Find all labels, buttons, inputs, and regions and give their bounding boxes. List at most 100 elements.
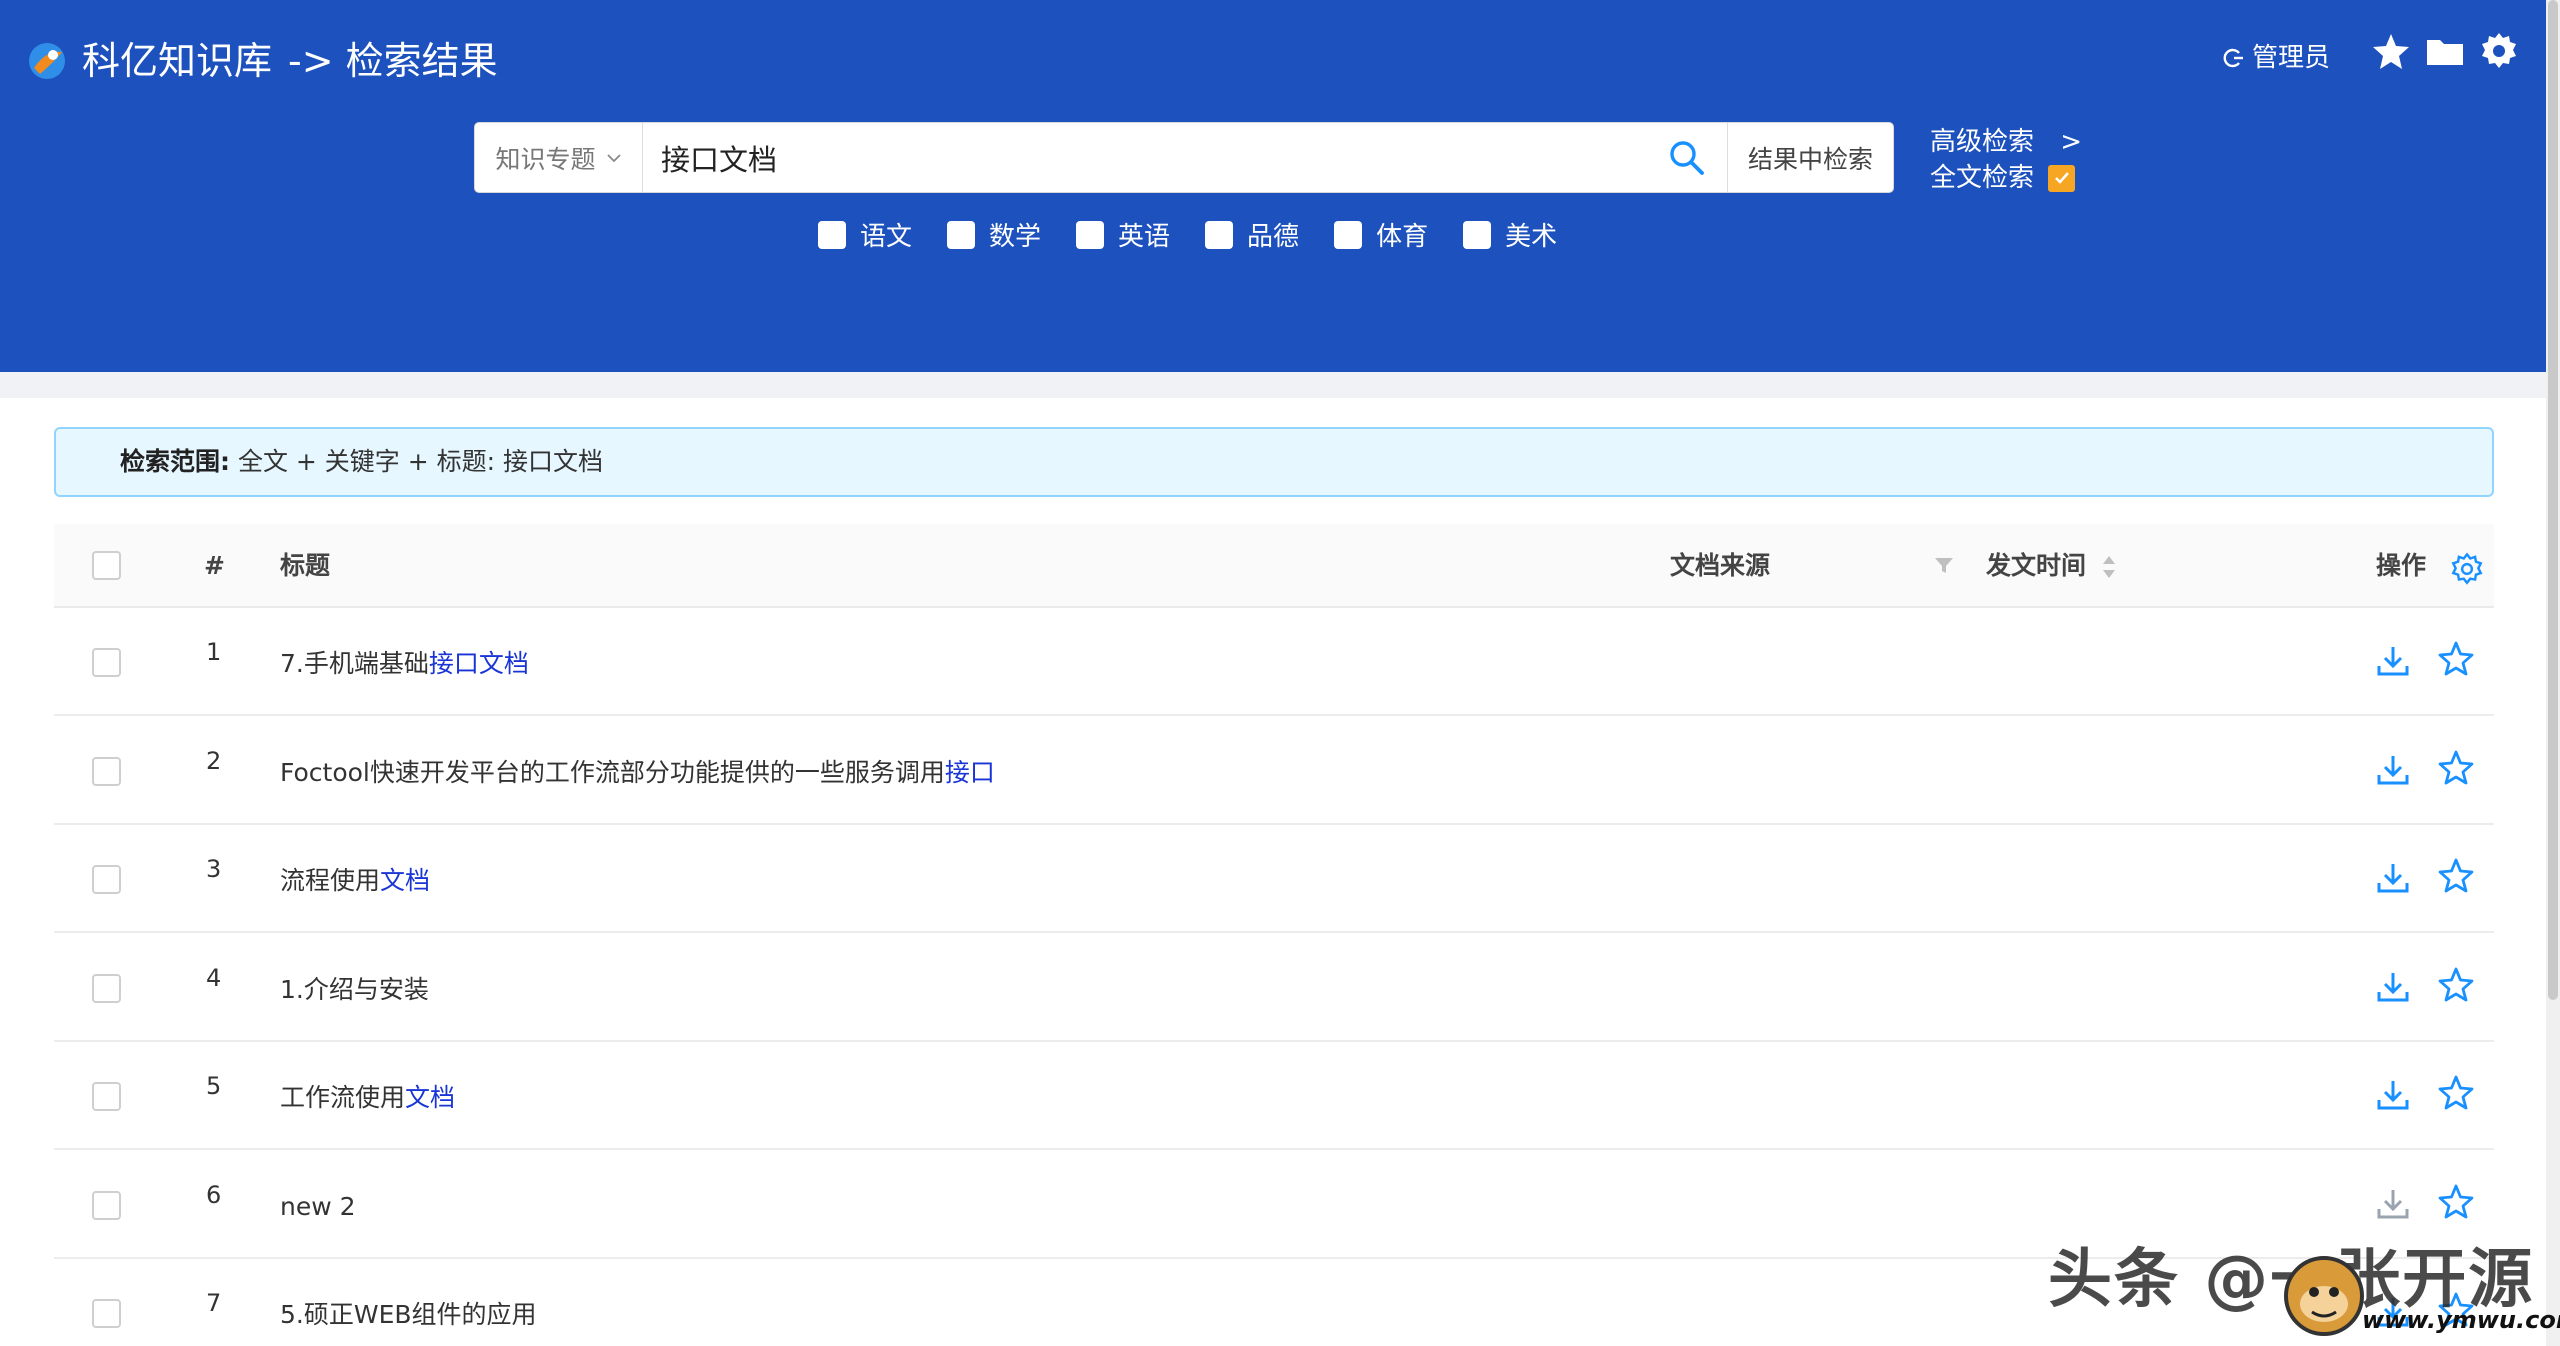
subject-checkbox[interactable]	[1205, 220, 1234, 249]
table-row[interactable]: 3 流程使用文档	[54, 825, 2494, 933]
row-index: 3	[206, 855, 222, 883]
table-row[interactable]: 4 1.介绍与安装	[54, 934, 2494, 1042]
fulltext-search-label: 全文检索	[1930, 163, 2035, 193]
row-title-text: 1.介绍与安装	[280, 974, 429, 1004]
download-icon[interactable]	[2374, 642, 2412, 680]
row-title-highlight: 接口	[944, 757, 995, 787]
subject-label: 体育	[1376, 222, 1429, 252]
row-checkbox[interactable]	[92, 1299, 121, 1328]
download-icon[interactable]	[2374, 859, 2412, 897]
subject-filter[interactable]: 美术	[1463, 216, 1557, 253]
logout-icon	[2223, 48, 2243, 68]
search-bar: 知识专题 结果中检索	[474, 122, 1894, 193]
row-title-link[interactable]: Foctool快速开发平台的工作流部分功能提供的一些服务调用接口	[280, 717, 995, 825]
row-index: 2	[206, 746, 222, 775]
row-title-highlight: 文档	[405, 1083, 456, 1112]
subject-filter[interactable]: 语文	[818, 216, 912, 253]
row-title-text: 流程使用	[280, 866, 381, 895]
column-date[interactable]: 发文时间	[1986, 524, 2086, 608]
subject-filters: 语文 数学 英语 品德 体育 美术	[818, 216, 1592, 253]
download-icon[interactable]	[2374, 968, 2412, 1006]
subject-label: 英语	[1118, 222, 1171, 252]
row-title-highlight: 文档	[380, 866, 431, 895]
category-select[interactable]: 知识专题	[475, 123, 643, 192]
favorite-star-icon[interactable]	[2437, 1074, 2475, 1112]
sort-icon[interactable]	[2101, 554, 2117, 580]
watermark-site: www.ymwu.com	[2362, 1306, 2560, 1334]
favorite-star-icon[interactable]	[2437, 857, 2475, 895]
subject-filter[interactable]: 体育	[1334, 216, 1428, 253]
subject-label: 数学	[989, 222, 1042, 252]
favorite-star-icon[interactable]	[2437, 1183, 2475, 1221]
user-menu[interactable]: 管理员	[2222, 38, 2330, 78]
subject-checkbox[interactable]	[1076, 220, 1105, 249]
row-checkbox[interactable]	[92, 648, 121, 677]
row-title-link[interactable]: 流程使用文档	[280, 825, 430, 933]
subject-label: 语文	[860, 222, 913, 252]
row-checkbox[interactable]	[92, 1190, 121, 1220]
subject-filter[interactable]: 数学	[947, 216, 1041, 253]
row-title-text: 工作流使用	[280, 1083, 406, 1112]
row-title-text: new 2	[280, 1191, 356, 1221]
column-index: #	[204, 551, 225, 580]
content-background	[0, 372, 2546, 398]
favorite-star-icon[interactable]	[2437, 640, 2475, 678]
row-title-link[interactable]: 1.介绍与安装	[280, 934, 429, 1042]
select-all-checkbox[interactable]	[92, 551, 121, 580]
favorite-star-icon[interactable]	[2437, 749, 2475, 787]
table-row[interactable]: 5 工作流使用文档	[54, 1042, 2494, 1150]
subject-checkbox[interactable]	[1463, 220, 1492, 249]
row-index: 7	[206, 1289, 222, 1317]
top-header: 科亿知识库 -> 检索结果 管理员 知识专题 结果中检索	[0, 0, 2546, 372]
favorite-star-icon[interactable]	[2437, 966, 2475, 1004]
row-checkbox[interactable]	[92, 1082, 121, 1111]
subject-filter[interactable]: 英语	[1076, 216, 1170, 253]
search-input[interactable]	[643, 123, 1647, 192]
folder-icon[interactable]	[2424, 30, 2466, 72]
search-icon	[1670, 140, 1704, 175]
subject-checkbox[interactable]	[947, 220, 976, 249]
advanced-search-link[interactable]: 高级检索 >	[1930, 124, 2082, 160]
table-row[interactable]: 2 Foctool快速开发平台的工作流部分功能提供的一些服务调用接口	[54, 717, 2494, 825]
subject-checkbox[interactable]	[818, 220, 846, 249]
subject-checkbox[interactable]	[1334, 220, 1363, 249]
download-icon[interactable]	[2374, 751, 2412, 789]
download-icon[interactable]	[2374, 1076, 2412, 1114]
row-checkbox[interactable]	[92, 865, 121, 894]
row-title-text: 7.手机端基础	[280, 649, 429, 678]
advanced-search-arrow: >	[2060, 127, 2083, 157]
column-action: 操作	[2376, 551, 2427, 580]
scope-label: 检索范围:	[120, 447, 230, 476]
row-checkbox[interactable]	[92, 756, 121, 786]
column-title: 标题	[280, 551, 331, 580]
app-title[interactable]: 科亿知识库	[82, 36, 272, 86]
table-header: # 标题 文档来源 发文时间 操作	[54, 524, 2494, 608]
settings-gear-icon[interactable]	[2478, 30, 2520, 72]
row-title-highlight: 接口文档	[428, 649, 529, 678]
checkmark-icon	[2054, 172, 2069, 184]
row-index: 6	[206, 1180, 222, 1209]
row-checkbox[interactable]	[92, 973, 121, 1003]
scrollbar-thumb[interactable]	[2548, 0, 2558, 1000]
row-title-link[interactable]: 工作流使用文档	[280, 1042, 455, 1150]
fulltext-search-toggle[interactable]: 全文检索	[1930, 160, 2076, 196]
app-logo-icon	[29, 43, 65, 79]
column-source: 文档来源	[1670, 551, 1771, 580]
filter-icon[interactable]	[1934, 556, 1954, 576]
user-label: 管理员	[2252, 43, 2331, 73]
favorites-star-icon[interactable]	[2370, 30, 2412, 72]
table-row[interactable]: 1 7.手机端基础接口文档	[54, 608, 2494, 716]
search-in-results-button[interactable]: 结果中检索	[1727, 123, 1893, 192]
row-title-link[interactable]: 7.手机端基础接口文档	[280, 608, 529, 716]
download-icon[interactable]	[2374, 1185, 2412, 1223]
column-settings-gear-icon[interactable]	[2450, 552, 2484, 586]
search-button[interactable]	[1647, 123, 1727, 192]
monkey-logo-icon	[2284, 1256, 2364, 1336]
subject-filter[interactable]: 品德	[1205, 216, 1299, 253]
row-title-link[interactable]: new 2	[280, 1151, 356, 1259]
chevron-down-icon	[606, 153, 621, 162]
row-title-link[interactable]: 5.硕正WEB组件的应用	[280, 1259, 537, 1346]
fulltext-checkbox[interactable]	[2048, 164, 2076, 192]
scope-value: 全文 + 关键字 + 标题: 接口文档	[237, 447, 604, 476]
breadcrumb: -> 检索结果	[288, 39, 498, 83]
